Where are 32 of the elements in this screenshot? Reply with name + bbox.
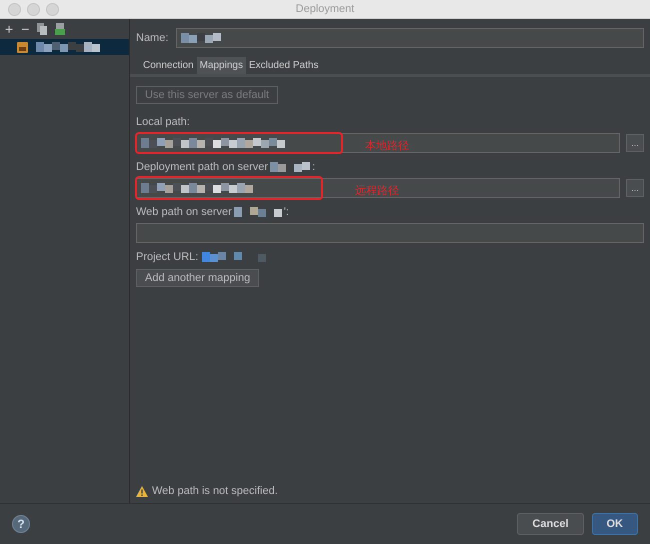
warning-icon	[136, 486, 148, 496]
tab[interactable]: Mappings	[196, 57, 246, 74]
window-title: Deployment	[296, 3, 354, 15]
add-button[interactable]: +	[5, 22, 14, 36]
browse-button[interactable]: ...	[626, 179, 644, 197]
deployment-path-label: Deployment path on server	[136, 161, 268, 173]
web-path-field[interactable]	[136, 223, 644, 243]
browse-button[interactable]: ...	[626, 134, 644, 152]
redacted-text	[270, 162, 310, 172]
name-field[interactable]	[176, 28, 644, 48]
project-url-label: Project URL:	[136, 251, 198, 263]
name-label: Name:	[136, 32, 168, 44]
redacted-text	[234, 207, 282, 217]
local-path-label: Local path:	[136, 116, 191, 128]
web-path-label: Web path on server	[136, 206, 232, 218]
cancel-button[interactable]: Cancel	[517, 513, 584, 535]
server-icon	[17, 42, 28, 52]
annotation-text: 远程路径	[355, 184, 399, 198]
server-icon[interactable]	[55, 23, 66, 35]
remove-button[interactable]: −	[21, 22, 30, 36]
colon-text: :	[312, 161, 316, 173]
warning-text: Web path is not specified.	[152, 485, 278, 497]
server-list-item[interactable]	[0, 39, 129, 55]
colon-text: ':	[284, 206, 289, 218]
help-button[interactable]: ?	[12, 515, 30, 533]
annotation-text: 本地路径	[365, 139, 409, 153]
ok-button[interactable]: OK	[592, 513, 638, 535]
redacted-text	[36, 42, 100, 52]
redacted-text	[181, 33, 222, 43]
redacted-link	[202, 252, 266, 262]
copy-icon[interactable]	[37, 23, 48, 35]
add-mapping-button[interactable]: Add another mapping	[136, 269, 260, 287]
